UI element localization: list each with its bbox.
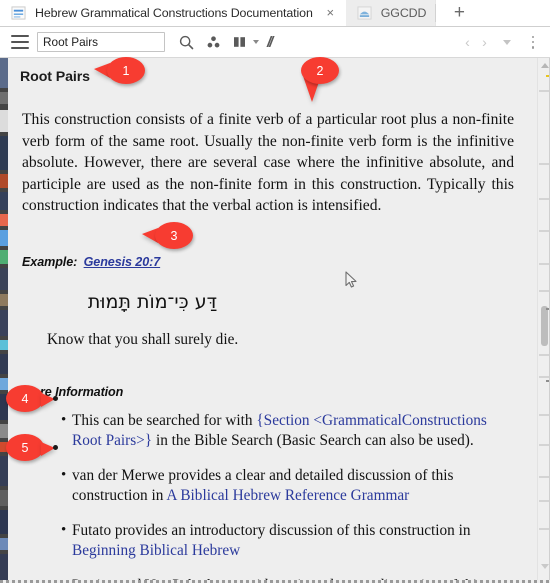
annotation-marker-4: 4 [6,385,58,412]
gutter-mark [0,230,8,246]
gutter-mark [0,214,8,226]
annotation-gutter[interactable] [0,58,8,583]
gutter-mark [0,510,8,534]
search-input[interactable] [37,32,165,52]
scrollbar-thumb[interactable] [541,306,548,346]
scrollbar-tick [539,354,549,356]
more-information-heading: More Information [22,384,124,399]
gutter-mark [0,58,8,88]
tab-label: GGCDD [380,5,427,20]
bullet-text-post: in the Bible Search (Basic Search can al… [152,432,474,449]
toolbar: // ‹ › [0,27,550,58]
scrollbar-tick [539,528,549,530]
gutter-mark [0,192,8,210]
annotation-marker-3: 3 [142,222,193,249]
document-icon [357,5,372,20]
kebab-menu-icon[interactable] [525,35,541,49]
scrollbar-tick [539,444,549,446]
annotation-marker-1: 1 [94,57,145,84]
scroll-up-arrow-icon[interactable] [541,63,549,68]
gutter-mark [0,294,8,306]
scrollbar-tick [539,263,549,265]
marker-point [53,396,58,401]
tab-ggcdd[interactable]: GGCDD [345,0,436,26]
bullet-link[interactable]: Beginning Biblical Hebrew [72,542,240,559]
scrollbar-tick [539,376,549,378]
tab-hebrew-grammatical-constructions-documentation[interactable]: Hebrew Grammatical Constructions Documen… [0,0,346,26]
more-information-list: This can be searched for with {Section <… [19,410,517,582]
scrollbar-tick [539,290,549,292]
search-icon[interactable] [175,31,197,53]
gutter-mark [0,490,8,506]
example-label: Example: [22,254,78,269]
cluster-icon[interactable] [202,31,224,53]
marker-label: 4 [6,385,44,412]
gutter-mark [0,554,8,583]
tab-bar-empty-area [482,0,550,26]
gutter-mark [0,92,8,104]
application-window: Hebrew Grammatical Constructions Documen… [0,0,550,583]
scrollbar-tick [539,90,549,92]
scrollbar-tick [539,163,549,165]
gutter-mark [0,340,8,350]
columns-dropdown-caret-icon[interactable] [253,40,259,44]
annotation-marker-2: 2 [301,57,339,102]
scroll-down-arrow-icon[interactable] [541,564,549,569]
tab-close-icon[interactable]: × [324,6,337,19]
slashes-icon[interactable]: // [267,34,274,51]
example-line: Example: Genesis 20:7 [22,255,517,269]
list-item: This can be searched for with {Section <… [61,410,511,452]
example-reference-link[interactable]: Genesis 20:7 [84,255,161,269]
marker-label: 1 [107,57,145,84]
bullet-text-pre: Futato provides an introductory discussi… [72,521,471,539]
document-content-panel[interactable]: Root Pairs This construction consists of… [8,58,537,583]
scrollbar-tick [539,414,549,416]
list-item: van der Merwe provides a clear and detai… [61,465,511,507]
marker-label: 5 [6,434,44,461]
gutter-mark [0,174,8,188]
intro-paragraph: This construction consists of a finite v… [22,111,514,214]
english-gloss: Know that you shall surely die. [47,330,239,348]
list-item: Futato provides an introductory discussi… [61,520,511,562]
document-body: Root Pairs This construction consists of… [8,58,537,582]
marker-point [53,445,58,450]
tab-bar: Hebrew Grammatical Constructions Documen… [0,0,550,27]
annotation-marker-5: 5 [6,434,58,461]
gutter-mark [0,250,8,264]
gutter-mark [0,136,8,170]
new-tab-button[interactable]: + [436,0,483,26]
columns-icon[interactable] [229,31,251,53]
gutter-mark [0,354,8,374]
marker-label: 2 [301,57,339,84]
document-icon [11,5,26,20]
bullet-link[interactable]: A Biblical Hebrew Reference Grammar [166,487,409,504]
gutter-mark [0,310,8,336]
forward-button[interactable]: › [476,34,493,50]
bullet-text-pre: This can be searched for with [72,411,257,429]
scrollbar-tick [539,198,549,200]
gutter-mark [0,110,8,132]
scrollbar-tick [539,230,549,232]
back-button[interactable]: ‹ [459,34,476,50]
hamburger-icon[interactable] [11,35,29,49]
tab-label: Hebrew Grammatical Constructions Documen… [35,5,313,20]
hebrew-example-text: דַּע כִּי־מוֹת תָּמוּת [87,290,217,313]
marker-label: 3 [155,222,193,249]
scrollbar-tick [539,500,549,502]
scrollbar-tick [539,476,549,478]
chevron-down-icon[interactable] [503,39,511,45]
gutter-mark [0,268,8,290]
gutter-mark [0,538,8,550]
